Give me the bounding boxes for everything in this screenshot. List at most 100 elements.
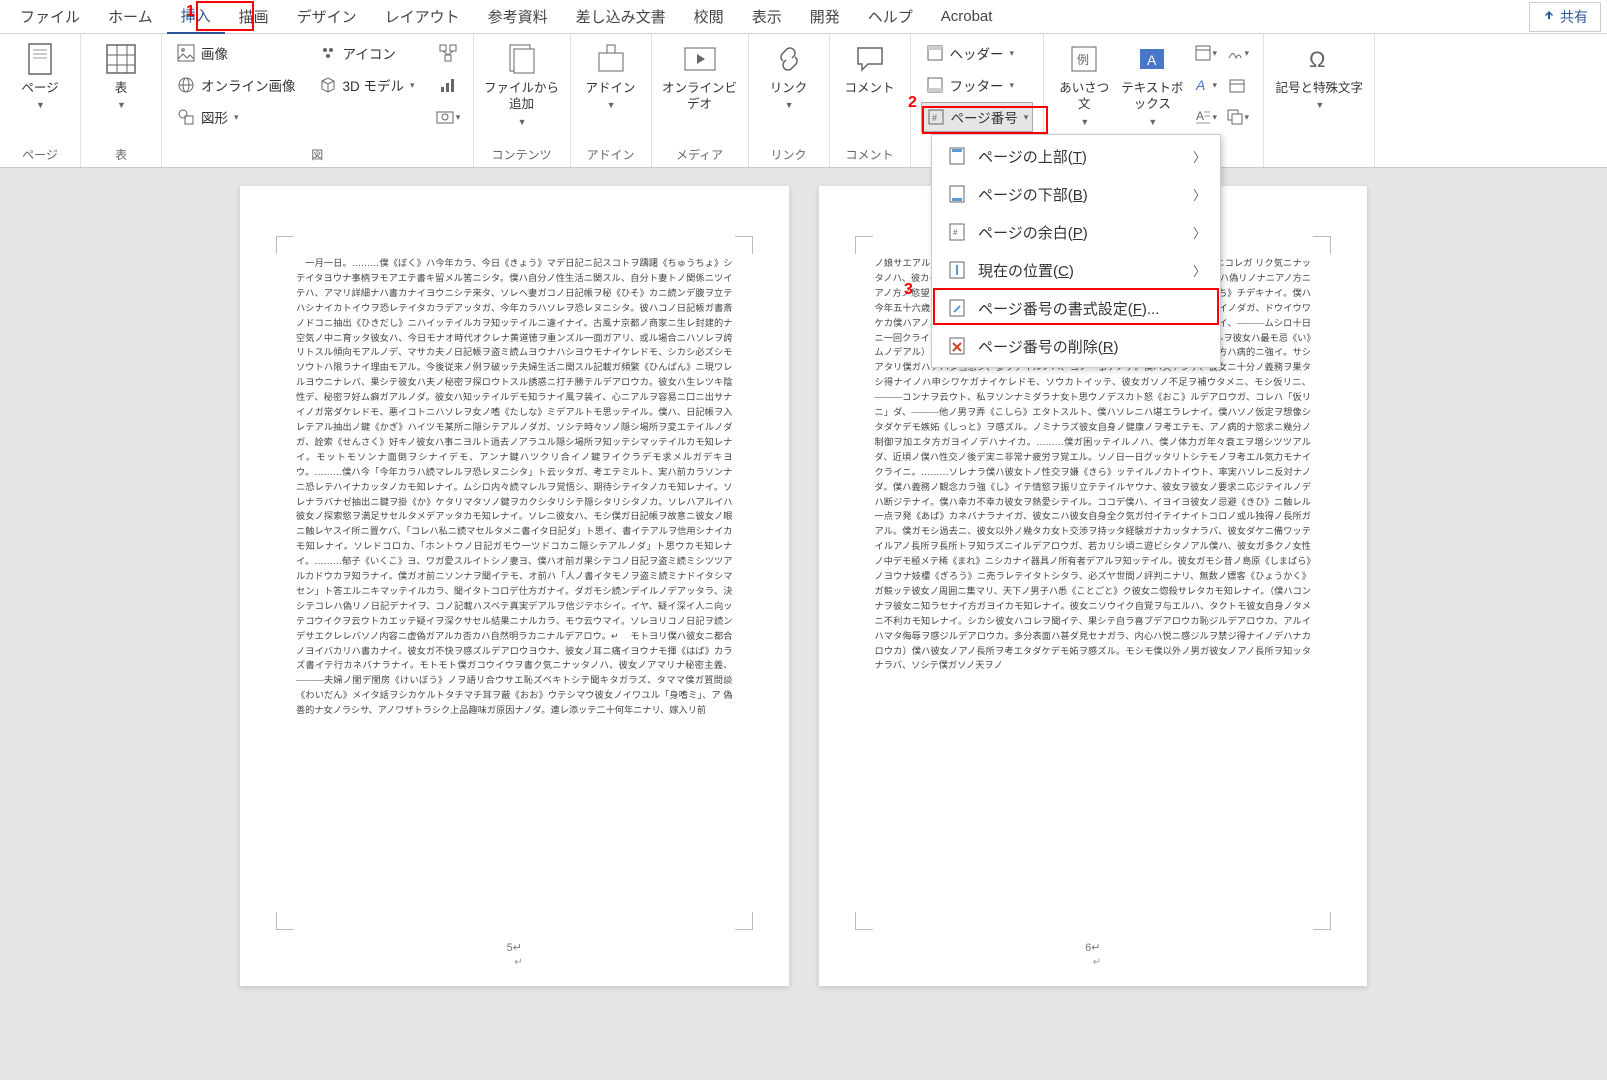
threeD-model-button[interactable]: 3D モデル▾: [314, 70, 419, 100]
svg-text:A: A: [1195, 77, 1205, 93]
textbox-button[interactable]: A テキストボックス ▼: [1116, 38, 1188, 127]
comment-button[interactable]: コメント: [840, 38, 900, 96]
menu-references[interactable]: 参考資料: [474, 0, 562, 33]
dd-remove-page-number[interactable]: ページ番号の削除(R): [932, 327, 1220, 365]
menu-help[interactable]: ヘルプ: [854, 0, 927, 33]
symbols-button[interactable]: Ω 記号と特殊文字 ▼: [1274, 38, 1364, 110]
menubar: ファイル ホーム 挿入 描画 デザイン レイアウト 参考資料 差し込み文書 校閲…: [0, 0, 1607, 34]
signature-line-button[interactable]: ▾: [1222, 38, 1252, 68]
group-links: リンク ▼ リンク: [749, 34, 830, 167]
comment-label: コメント: [845, 80, 895, 96]
link-icon: [772, 42, 806, 76]
object-button[interactable]: ▾: [1222, 102, 1252, 132]
insert-image-button[interactable]: 画像: [172, 38, 300, 68]
menu-insert[interactable]: 挿入: [167, 0, 225, 35]
chevron-down-icon: ▼: [607, 100, 616, 110]
file-from-add-button[interactable]: ファイルから追加 ▼: [484, 38, 560, 127]
screenshot-button[interactable]: ▾: [433, 102, 463, 132]
footer-button[interactable]: フッター▾: [921, 70, 1034, 100]
page-number-button[interactable]: #ページ番号▾: [921, 102, 1034, 132]
crop-mark: [735, 236, 753, 254]
file-add-icon: [505, 42, 539, 76]
link-label: リンク: [770, 80, 808, 96]
group-pages-label: ページ: [10, 146, 70, 165]
menu-review[interactable]: 校閲: [680, 0, 738, 33]
table-button[interactable]: 表 ▼: [91, 38, 151, 110]
shapes-label: 図形: [201, 107, 228, 127]
header-icon: [925, 43, 945, 63]
screenshot-icon: [435, 107, 455, 127]
dropcap-icon: A: [1194, 108, 1212, 126]
chevron-down-icon: ▾: [1010, 48, 1015, 59]
smartart-button[interactable]: [433, 38, 463, 68]
crop-mark: [1313, 236, 1331, 254]
page-number-dropdown: ページの上部(T) 〉 ページの下部(B) 〉 # ページの余白(P) 〉 現在…: [931, 134, 1221, 368]
share-button[interactable]: 共有: [1529, 2, 1601, 32]
shapes-button[interactable]: 図形▾: [172, 102, 300, 132]
format-page-number-icon: [946, 297, 968, 319]
menu-developer[interactable]: 開発: [796, 0, 854, 33]
quickparts-button[interactable]: ▾: [1190, 38, 1220, 68]
date-time-button[interactable]: [1222, 70, 1252, 100]
wordart-icon: A: [1194, 76, 1212, 94]
menu-view[interactable]: 表示: [738, 0, 796, 33]
menu-file[interactable]: ファイル: [6, 0, 94, 33]
crop-mark: [1313, 912, 1331, 930]
dd-page-top[interactable]: ページの上部(T) 〉: [932, 137, 1220, 175]
menu-design[interactable]: デザイン: [283, 0, 371, 33]
image-icon: [176, 43, 196, 63]
dd-label: ページの余白(P): [978, 222, 1088, 243]
link-button[interactable]: リンク ▼: [759, 38, 819, 110]
icons-button[interactable]: アイコン: [314, 38, 419, 68]
greeting-button[interactable]: 例 あいさつ文 ▼: [1054, 38, 1114, 127]
paragraph-mark: ↵: [514, 957, 522, 968]
dd-label: ページの下部(B): [978, 184, 1088, 205]
chevron-down-icon: ▾: [1245, 112, 1250, 123]
comment-icon: [853, 42, 887, 76]
dd-page-margin[interactable]: # ページの余白(P) 〉: [932, 213, 1220, 251]
page-margin-icon: #: [946, 221, 968, 243]
addins-button[interactable]: アドイン ▼: [581, 38, 641, 110]
page-bottom-icon: [946, 183, 968, 205]
dropcap-button[interactable]: A▾: [1190, 102, 1220, 132]
online-video-label: オンラインビデオ: [662, 80, 738, 113]
cube-icon: [318, 75, 338, 95]
online-image-button[interactable]: オンライン画像: [172, 70, 300, 100]
quickparts-icon: [1194, 44, 1212, 62]
pages-label: ページ: [21, 80, 58, 96]
group-links-label: リンク: [759, 146, 819, 165]
dd-page-bottom[interactable]: ページの下部(B) 〉: [932, 175, 1220, 213]
group-content-label: コンテンツ: [484, 146, 560, 165]
dd-current-position[interactable]: 現在の位置(C) 〉: [932, 251, 1220, 289]
addins-label: アドイン: [586, 80, 636, 96]
wordart-button[interactable]: A▾: [1190, 70, 1220, 100]
dd-format-page-number[interactable]: ページ番号の書式設定(F)...: [932, 289, 1220, 327]
insert-image-label: 画像: [201, 43, 228, 63]
chart-button[interactable]: [433, 70, 463, 100]
svg-text:A: A: [1147, 52, 1157, 68]
chevron-down-icon: ▾: [1245, 48, 1250, 59]
menu-draw[interactable]: 描画: [225, 0, 283, 33]
group-illustrations-label: 図: [172, 146, 463, 165]
header-button[interactable]: ヘッダー▾: [921, 38, 1034, 68]
paragraph-mark: ↵: [1093, 957, 1101, 968]
online-image-label: オンライン画像: [201, 75, 296, 95]
dd-label: ページ番号の書式設定(F)...: [978, 298, 1159, 319]
page-number-icon: #: [926, 107, 946, 127]
pages-button[interactable]: ページ ▼: [10, 38, 70, 110]
symbols-label: 記号と特殊文字: [1276, 80, 1364, 96]
smartart-icon: [438, 43, 458, 63]
footer-icon: [925, 75, 945, 95]
crop-mark: [276, 912, 294, 930]
menu-acrobat[interactable]: Acrobat: [927, 2, 1007, 31]
chevron-down-icon: ▾: [456, 112, 461, 123]
group-pages: ページ ▼ ページ: [0, 34, 81, 167]
online-video-button[interactable]: オンラインビデオ: [662, 38, 738, 113]
chevron-down-icon: ▾: [1213, 112, 1218, 123]
chevron-right-icon: 〉: [1193, 261, 1206, 280]
online-image-icon: [176, 75, 196, 95]
dd-label: ページ番号の削除(R): [978, 336, 1119, 357]
menu-mailmerge[interactable]: 差し込み文書: [562, 0, 680, 33]
menu-layout[interactable]: レイアウト: [371, 0, 474, 33]
menu-home[interactable]: ホーム: [94, 0, 167, 33]
